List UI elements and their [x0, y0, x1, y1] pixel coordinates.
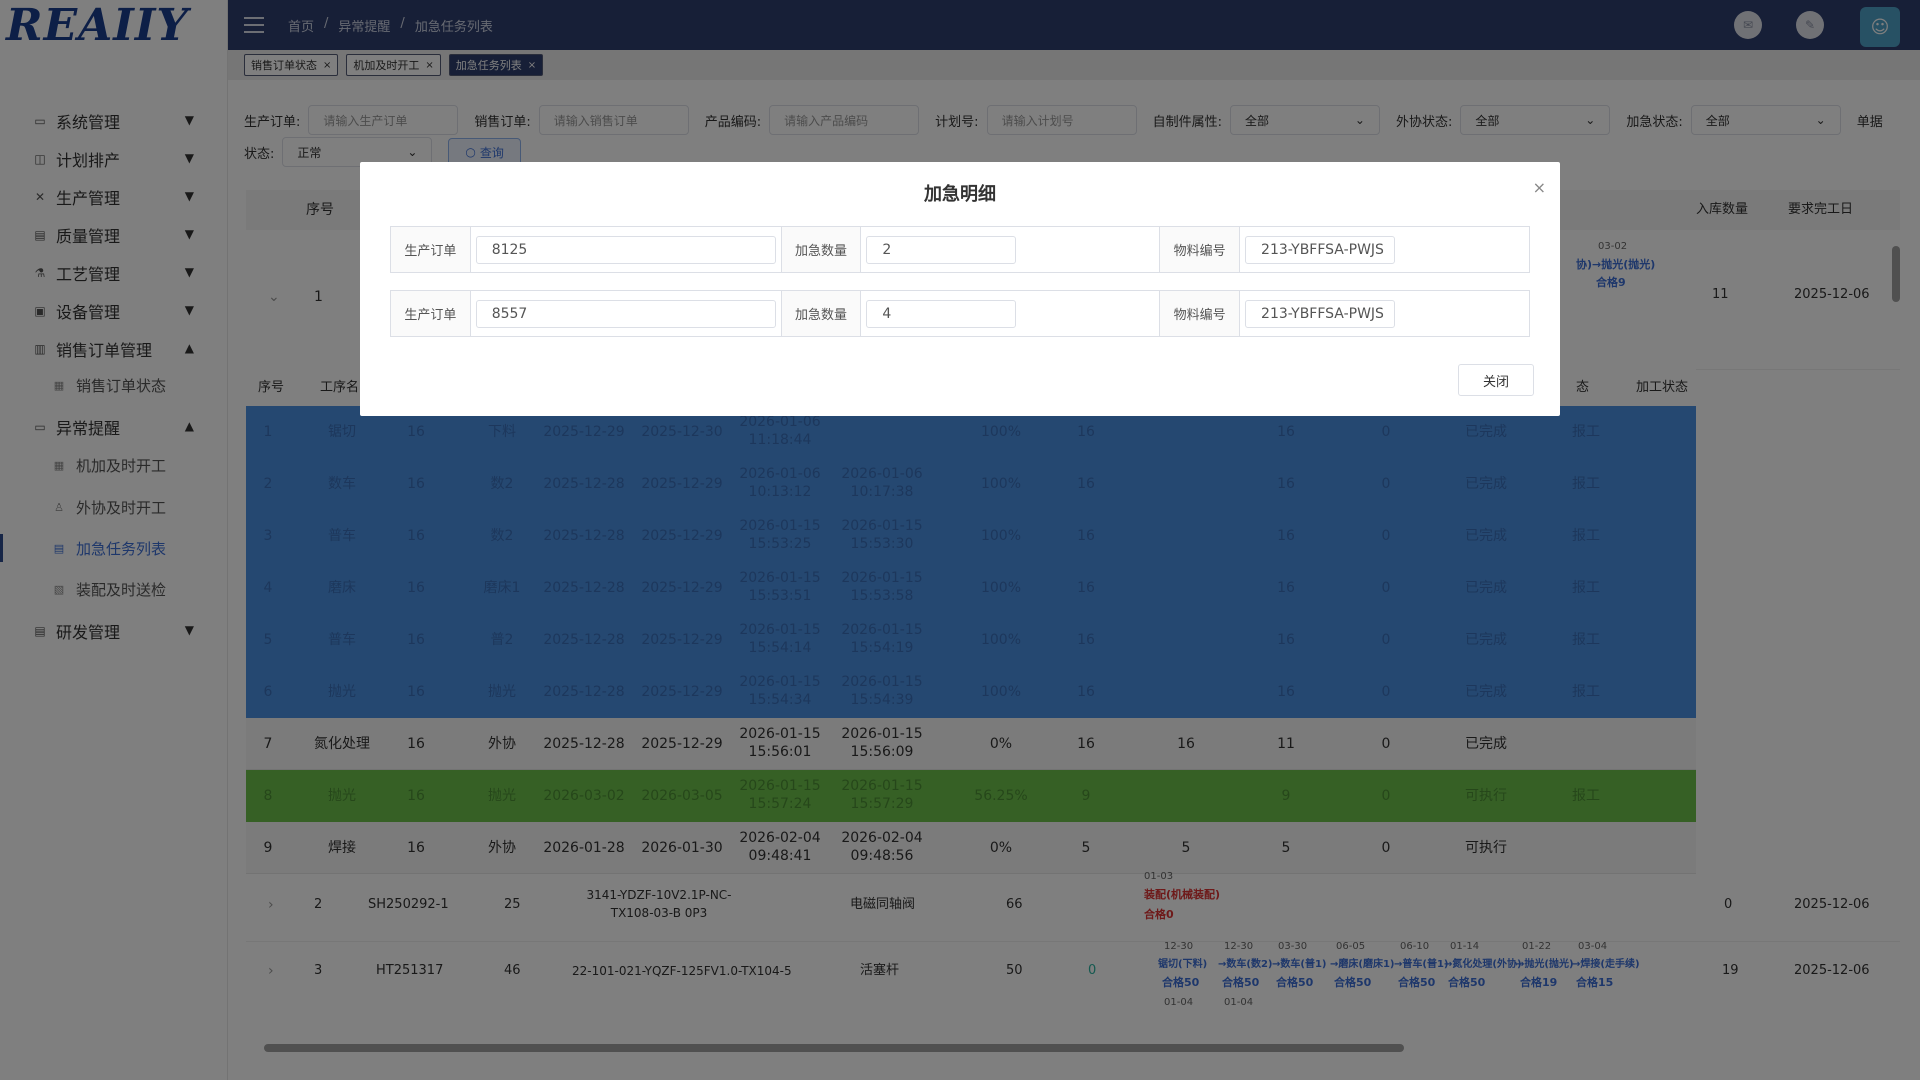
qty-label: 加急数量 — [781, 227, 862, 272]
order-label: 生产订单 — [391, 227, 471, 272]
material-label: 物料编号 — [1160, 291, 1241, 336]
modal-close-button[interactable]: 关闭 — [1458, 364, 1534, 396]
order-label: 生产订单 — [391, 291, 471, 336]
qty-field[interactable]: 4 — [866, 299, 1017, 328]
order-field[interactable]: 8557 — [475, 299, 776, 328]
material-field[interactable]: 213-YBFFSA-PWJS — [1245, 299, 1396, 328]
close-icon[interactable]: × — [1533, 178, 1546, 197]
detail-row: 生产订单 8557 加急数量 4 物料编号 213-YBFFSA-PWJS — [390, 290, 1530, 337]
material-label: 物料编号 — [1160, 227, 1241, 272]
urgent-detail-modal: 加急明细 × 生产订单 8125 加急数量 2 物料编号 213-YBFFSA-… — [360, 162, 1560, 416]
order-field[interactable]: 8125 — [475, 235, 776, 264]
material-field[interactable]: 213-YBFFSA-PWJS — [1245, 235, 1396, 264]
qty-label: 加急数量 — [781, 291, 862, 336]
modal-title: 加急明细 — [924, 184, 996, 205]
detail-row: 生产订单 8125 加急数量 2 物料编号 213-YBFFSA-PWJS — [390, 226, 1530, 273]
qty-field[interactable]: 2 — [866, 235, 1017, 264]
